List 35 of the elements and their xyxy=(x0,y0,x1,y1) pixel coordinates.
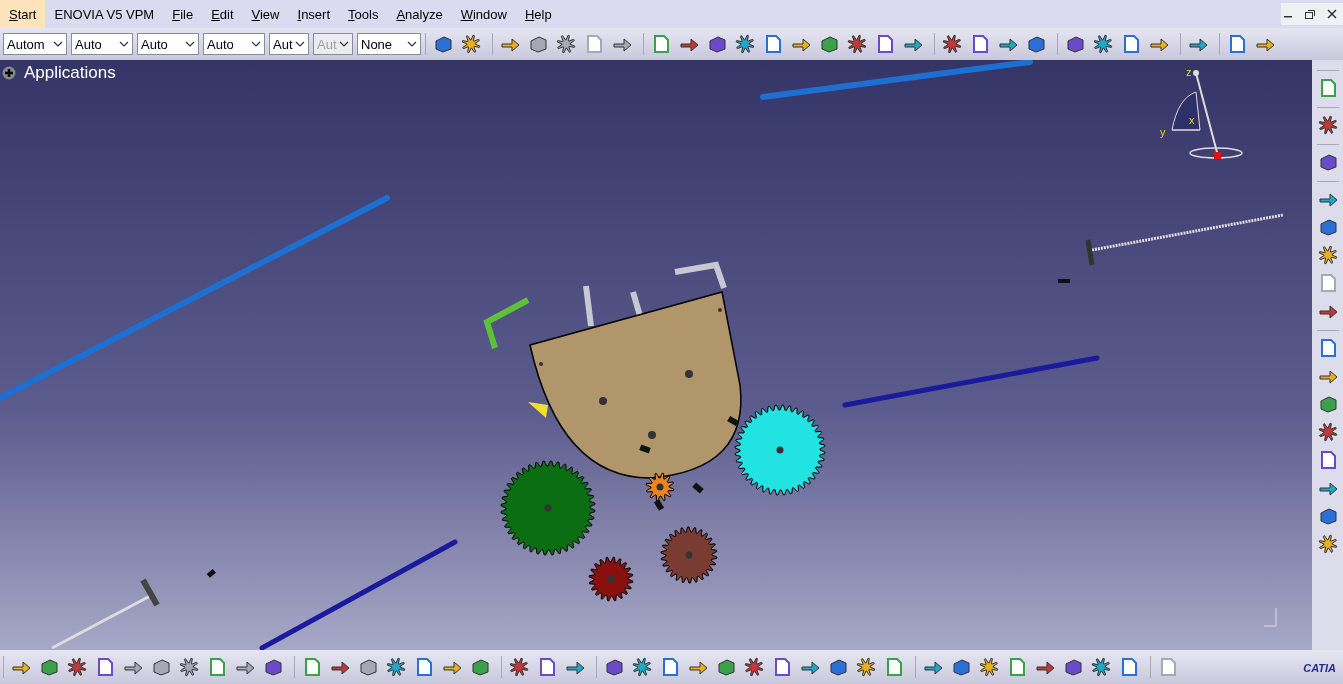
tree-node[interactable]: Applications xyxy=(24,63,116,83)
property-dropdown[interactable]: None xyxy=(357,33,421,55)
pin-drawing xyxy=(1058,279,1070,283)
menu-item[interactable]: Analyze xyxy=(387,0,452,28)
menu-item[interactable]: Start xyxy=(0,0,46,28)
3d-viewport[interactable]: Applications z x y xyxy=(0,60,1312,650)
pin-drawing xyxy=(206,568,216,578)
menu-item[interactable]: Insert xyxy=(288,0,340,28)
menu-item[interactable]: File xyxy=(163,0,203,28)
catia-logo: CATIA xyxy=(1302,661,1337,676)
chevron-down-icon[interactable] xyxy=(185,41,195,47)
property-dropdown[interactable]: Aut xyxy=(269,33,309,55)
property-dropdown[interactable]: Auto xyxy=(137,33,199,55)
close-icon[interactable] xyxy=(1325,7,1339,21)
chevron-down-icon[interactable] xyxy=(295,41,305,47)
menu-item[interactable]: View xyxy=(242,0,289,28)
axis-label: x xyxy=(1189,114,1195,126)
menu-item[interactable]: Edit xyxy=(202,0,243,28)
menu-item[interactable]: Help xyxy=(515,0,561,28)
chevron-down-icon[interactable] xyxy=(119,41,129,47)
property-dropdown[interactable]: Autom xyxy=(3,33,67,55)
axis-label: z xyxy=(1186,66,1192,78)
axis-drawing xyxy=(1263,607,1277,627)
chevron-down-icon[interactable] xyxy=(407,41,417,47)
chevron-down-icon[interactable] xyxy=(53,41,63,47)
menu-item[interactable]: Tools xyxy=(339,0,388,28)
chevron-down-icon[interactable] xyxy=(251,41,261,47)
property-dropdown[interactable]: Auto xyxy=(203,33,265,55)
menu-item[interactable]: ENOVIA V5 VPM xyxy=(45,0,164,28)
menu-item[interactable]: Window xyxy=(451,0,516,28)
property-dropdown[interactable]: Auto xyxy=(71,33,133,55)
expand-icon[interactable] xyxy=(2,66,16,80)
restore-icon[interactable] xyxy=(1303,7,1317,21)
axis-label: y xyxy=(1160,126,1166,138)
compass-drawing[interactable] xyxy=(1171,70,1243,159)
